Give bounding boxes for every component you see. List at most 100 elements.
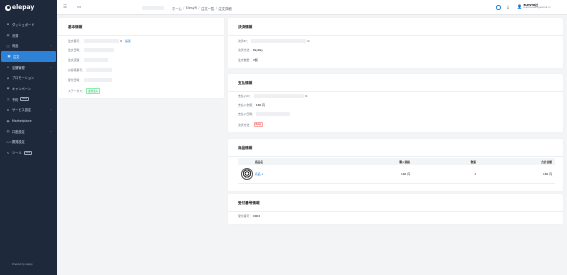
download-icon[interactable]: ⤓ xyxy=(505,4,511,10)
breadcrumb-orders[interactable]: 注文一覧 xyxy=(201,6,214,11)
product-icon: ◫ xyxy=(6,43,10,48)
sidebar-item-label: Marketplace xyxy=(12,118,32,123)
sidebar-item-label: ダッシュボード xyxy=(12,22,35,27)
product-total: 160 円 xyxy=(542,172,552,176)
sidebar-item-label: 口座設定 xyxy=(12,129,25,134)
header-total: 合計金額 xyxy=(541,159,552,164)
campaign-icon: ◉ xyxy=(6,86,10,91)
elepay-logo[interactable]: elepay xyxy=(5,4,34,11)
edit-link[interactable]: 編集 xyxy=(125,39,131,43)
header-price: 購入価格 xyxy=(399,159,410,164)
chevron-down-icon: ⌄ xyxy=(49,65,52,69)
developer-icon: </> xyxy=(6,139,13,144)
header-quantity: 数量 xyxy=(470,159,476,164)
sidebar-item-9[interactable]: ▣ Marketplace xyxy=(0,115,57,126)
breadcrumb-current: 注文詳細 xyxy=(218,6,232,11)
payment-method-row: 決済方法： PayPay xyxy=(238,48,263,52)
marketplace-icon: ▣ xyxy=(6,118,10,123)
sidebar-item-1[interactable]: ▤ 決済 xyxy=(0,30,57,41)
payment-details-card: 支払情報 支払いID： ⧉ 支払い金額： 160 円 支払い日時： 決済方法： … xyxy=(228,74,563,132)
dashboard-icon: ⊞ xyxy=(6,22,10,27)
sidebar-item-5[interactable]: ◈ プロモーション xyxy=(0,72,57,83)
copy-icon[interactable]: ⧉ xyxy=(120,39,122,43)
sidebar-item-6[interactable]: ◉ キャンペーン xyxy=(0,83,57,94)
sidebar-item-7[interactable]: ◷ 予約 Beta xyxy=(0,94,57,105)
product-price: 160 円 xyxy=(400,172,410,176)
user-menu[interactable]: 👤 ELESYR社 ELESYR-DEMO@ELESYR.CO xyxy=(517,3,551,10)
sidebar-item-label: 開発設定 xyxy=(12,140,25,145)
sidebar: elepay ⊞ ダッシュボード ▤ 決済 ◫ 商品 ⌄ ▦ 注文 ⌂ 店舗管理 ⌄ ◈ プロモーション ◉… xyxy=(0,0,57,275)
sidebar-item-label: プロモーション xyxy=(12,76,35,81)
user-email: ELESYR-DEMO@ELESYR.CO xyxy=(523,6,551,9)
sidebar-item-3[interactable]: ▦ 注文 xyxy=(1,51,56,62)
receipt-row: 受付日時： xyxy=(68,78,112,82)
booking-icon: ◷ xyxy=(6,97,10,102)
header-product-name: 商品名 xyxy=(255,159,264,164)
product-name-link[interactable]: 商品 1 xyxy=(255,172,335,176)
chevron-down-icon: ⌄ xyxy=(49,108,52,112)
sidebar-item-label: 予約 xyxy=(12,97,19,102)
powered-by: Powered by elepay xyxy=(12,263,33,266)
help-icon[interactable] xyxy=(496,5,501,10)
pay-amount-row: 支払い金額： 160 円 xyxy=(238,103,265,107)
sidebar-item-12[interactable]: ✎ ツール Beta xyxy=(0,147,57,158)
store-icon[interactable]: ▭ xyxy=(76,4,82,10)
status-row: ステータス： 受付済み xyxy=(68,88,100,95)
reception-number-row: 受付番号： 0002 xyxy=(238,214,261,218)
order-date-row: 注文日時： xyxy=(68,48,114,52)
breadcrumb-home[interactable]: ホーム xyxy=(172,6,182,11)
order-number-row: 注文番号： ⧉ 編集 xyxy=(68,39,131,43)
sidebar-item-label: 店舗管理 xyxy=(12,65,25,70)
products-title: 商品情報 xyxy=(238,145,253,150)
quantity-row: 注文数量： 2個 xyxy=(238,58,258,62)
products-table: 商品名 購入価格 数量 合計金額 商品 1 160 円 1 160 円 xyxy=(238,158,555,184)
sidebar-item-label: キャンペーン xyxy=(12,86,31,91)
sidebar-item-11[interactable]: </> 開発設定 xyxy=(0,137,57,148)
sidebar-item-10[interactable]: ▥ 口座設定 ⌄ xyxy=(0,126,57,137)
menu-toggle-icon[interactable]: ☰ xyxy=(62,4,68,10)
copy-icon[interactable]: ⧉ xyxy=(305,94,307,98)
order-icon: ▦ xyxy=(7,54,11,59)
sidebar-item-8[interactable]: ⚙ サービス設定 ⌄ xyxy=(0,105,57,116)
promotion-icon: ◈ xyxy=(6,75,10,80)
breadcrumb: ホーム / ElesyR / 注文一覧 / 注文詳細 xyxy=(172,5,232,11)
table-row: 商品 1 160 円 1 160 円 xyxy=(238,165,555,184)
copy-icon[interactable]: ⧉ xyxy=(307,39,309,43)
status-badge: 受付済み xyxy=(86,88,100,95)
payment-icon: ▤ xyxy=(6,33,10,38)
store-icon: ⌂ xyxy=(7,65,9,70)
store-selector[interactable] xyxy=(142,5,164,10)
products-card: 商品情報 商品名 購入価格 数量 合計金額 商品 1 160 円 1 160 円 xyxy=(228,139,563,191)
chevron-down-icon: ⌄ xyxy=(49,129,52,133)
sidebar-nav: ⊞ ダッシュボード ▤ 決済 ◫ 商品 ⌄ ▦ 注文 ⌂ 店舗管理 ⌄ ◈ プロモーション ◉ キャンペーン ◷… xyxy=(0,19,57,158)
account-icon: ▥ xyxy=(6,129,10,134)
store-row: 注文店舗： xyxy=(68,58,108,62)
beta-badge: Beta xyxy=(20,97,29,102)
payment-details-title: 支払情報 xyxy=(238,80,253,85)
beta-badge: Beta xyxy=(23,150,33,155)
chevron-down-icon: ⌄ xyxy=(49,44,52,48)
reception-card: 受付番号情報 受付番号： 0002 xyxy=(228,194,563,224)
pay-datetime-row: 支払い日時： xyxy=(238,112,291,116)
reception-title: 受付番号情報 xyxy=(238,200,260,205)
top-bar: ☰ ▭ ホーム / ElesyR / 注文一覧 / 注文詳細 ⤓ 👤 ELESY… xyxy=(57,0,567,15)
logo-mark-icon xyxy=(5,4,11,11)
pay-id-row: 支払いID： ⧉ xyxy=(238,94,308,98)
sidebar-item-2[interactable]: ◫ 商品 ⌄ xyxy=(0,40,57,51)
products-table-header: 商品名 購入価格 数量 合計金額 xyxy=(238,158,555,165)
sidebar-item-0[interactable]: ⊞ ダッシュボード xyxy=(0,19,57,30)
sidebar-item-label: 注文 xyxy=(13,54,20,59)
breadcrumb-store[interactable]: ElesyR xyxy=(186,6,197,11)
customer-row: お客様番号： xyxy=(68,68,113,72)
sidebar-item-4[interactable]: ⌂ 店舗管理 ⌄ xyxy=(0,62,57,73)
basic-info-title: 基本情報 xyxy=(68,24,83,29)
pay-type-row: 決済方法： Beta xyxy=(238,122,264,128)
sidebar-item-label: サービス設定 xyxy=(12,108,32,113)
basic-info-card: 基本情報 注文番号： ⧉ 編集 注文日時： 注文店舗： お客様番号： 受付日時：… xyxy=(58,18,224,98)
product-qty: 1 xyxy=(474,172,476,176)
payment-info-card: 決済情報 決済ID： ⧉ 決済方法： PayPay 注文数量： 2個 xyxy=(228,18,563,68)
sidebar-item-label: ツール xyxy=(12,151,22,156)
payment-info-title: 決済情報 xyxy=(238,24,253,29)
product-thumbnail xyxy=(240,168,253,180)
user-icon: 👤 xyxy=(517,3,522,9)
